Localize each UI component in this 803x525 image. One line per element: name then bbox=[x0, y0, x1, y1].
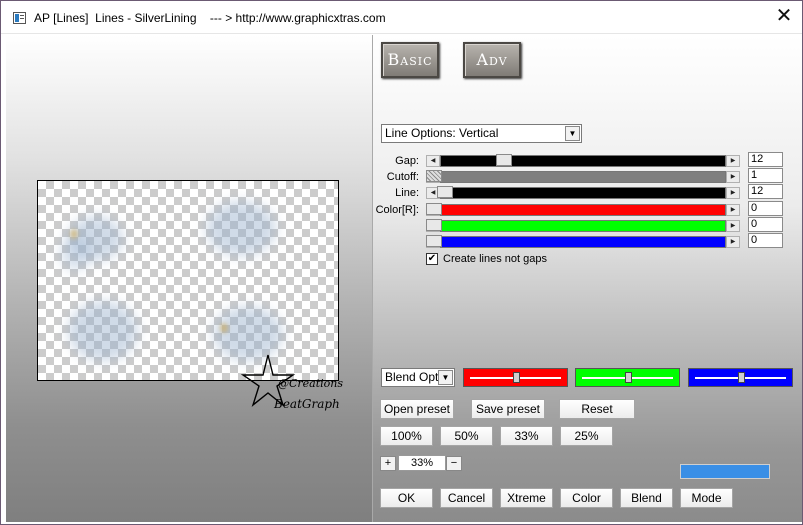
cutoff-value[interactable]: 1 bbox=[748, 168, 783, 183]
slider-thumb[interactable] bbox=[426, 219, 442, 231]
slider-thumb[interactable] bbox=[625, 372, 632, 383]
slider-thumb[interactable] bbox=[426, 170, 442, 182]
blend-red-slider[interactable] bbox=[463, 368, 568, 387]
slider-track[interactable] bbox=[440, 155, 726, 167]
line-label: Line: bbox=[395, 187, 419, 199]
close-button[interactable]: ✕ bbox=[768, 3, 800, 31]
slider-thumb[interactable] bbox=[738, 372, 745, 383]
slider-track[interactable] bbox=[440, 187, 726, 199]
reset-button[interactable]: Reset bbox=[559, 399, 635, 419]
cancel-button[interactable]: Cancel bbox=[440, 488, 493, 508]
title-bar: AP [Lines] Lines - SilverLining --- > ht… bbox=[1, 1, 802, 34]
create-lines-label: Create lines not gaps bbox=[443, 253, 547, 265]
preview-color-swatch[interactable] bbox=[680, 464, 770, 479]
gap-value[interactable]: 12 bbox=[748, 152, 783, 167]
slider-thumb[interactable] bbox=[426, 235, 442, 247]
adv-button[interactable]: Adv bbox=[463, 42, 521, 78]
color-g-slider[interactable]: ◀ ▶ bbox=[426, 219, 740, 232]
slider-thumb[interactable] bbox=[496, 154, 512, 166]
basic-button[interactable]: Basic bbox=[381, 42, 439, 78]
line-options-dropdown[interactable]: Line Options: Vertical ▼ bbox=[381, 124, 582, 143]
watermark-logo: @Creations BeatGraph bbox=[240, 354, 343, 411]
cutoff-label: Cutoff: bbox=[386, 171, 419, 183]
slider-track[interactable] bbox=[440, 236, 726, 248]
preview-canvas[interactable] bbox=[37, 180, 339, 381]
checkmark-icon: ✔ bbox=[427, 253, 437, 264]
slider-track[interactable] bbox=[440, 220, 726, 232]
blend-blue-slider[interactable] bbox=[688, 368, 793, 387]
zoom-out-button[interactable]: − bbox=[446, 456, 462, 471]
plugin-window: AP [Lines] Lines - SilverLining --- > ht… bbox=[0, 0, 803, 525]
slider-thumb[interactable] bbox=[437, 186, 453, 198]
color-r-slider[interactable]: ◀ ▶ bbox=[426, 203, 740, 216]
color-r-value[interactable]: 0 bbox=[748, 201, 783, 216]
window-title: AP [Lines] Lines - SilverLining --- > ht… bbox=[34, 11, 386, 25]
slider-thumb[interactable] bbox=[513, 372, 520, 383]
right-arrow-icon[interactable]: ▶ bbox=[726, 220, 740, 232]
right-arrow-icon[interactable]: ▶ bbox=[726, 204, 740, 216]
controls-panel: Basic Adv Line Options: Vertical ▼ Gap: … bbox=[372, 35, 802, 522]
svg-text:BeatGraph: BeatGraph bbox=[273, 397, 340, 411]
zoom-25-button[interactable]: 25% bbox=[560, 426, 613, 446]
line-slider[interactable]: ◀ ▶ bbox=[426, 186, 740, 199]
mode-button[interactable]: Mode bbox=[680, 488, 733, 508]
left-arrow-icon[interactable]: ◀ bbox=[426, 155, 440, 167]
color-button[interactable]: Color bbox=[560, 488, 613, 508]
color-b-value[interactable]: 0 bbox=[748, 233, 783, 248]
chevron-down-icon: ▼ bbox=[565, 126, 580, 141]
blend-options-dropdown[interactable]: Blend Optio ▼ bbox=[381, 368, 455, 387]
xtreme-button[interactable]: Xtreme bbox=[500, 488, 553, 508]
slider-track[interactable] bbox=[440, 204, 726, 216]
chevron-down-icon: ▼ bbox=[438, 370, 453, 385]
preview-panel: @Creations BeatGraph bbox=[6, 35, 372, 522]
app-icon bbox=[13, 12, 26, 24]
svg-text:@Creations: @Creations bbox=[278, 377, 343, 390]
cutoff-slider[interactable]: ◀ ▶ bbox=[426, 170, 740, 183]
right-arrow-icon[interactable]: ▶ bbox=[726, 171, 740, 183]
line-value[interactable]: 12 bbox=[748, 184, 783, 199]
right-arrow-icon[interactable]: ▶ bbox=[726, 236, 740, 248]
zoom-50-button[interactable]: 50% bbox=[440, 426, 493, 446]
ok-button[interactable]: OK bbox=[380, 488, 433, 508]
color-g-value[interactable]: 0 bbox=[748, 217, 783, 232]
right-arrow-icon[interactable]: ▶ bbox=[726, 155, 740, 167]
gap-label: Gap: bbox=[395, 155, 419, 167]
gap-slider[interactable]: ◀ ▶ bbox=[426, 154, 740, 167]
color-r-label: Color[R]: bbox=[375, 204, 419, 216]
slider-thumb[interactable] bbox=[426, 203, 442, 215]
zoom-100-button[interactable]: 100% bbox=[380, 426, 433, 446]
color-b-slider[interactable]: ◀ ▶ bbox=[426, 235, 740, 248]
blend-green-slider[interactable] bbox=[575, 368, 680, 387]
zoom-level-field[interactable]: 33% bbox=[398, 455, 446, 471]
line-options-value: Line Options: Vertical bbox=[385, 126, 499, 140]
right-arrow-icon[interactable]: ▶ bbox=[726, 187, 740, 199]
open-preset-button[interactable]: Open preset bbox=[380, 399, 454, 419]
save-preset-button[interactable]: Save preset bbox=[471, 399, 545, 419]
zoom-in-button[interactable]: + bbox=[380, 456, 396, 471]
blend-button[interactable]: Blend bbox=[620, 488, 673, 508]
slider-track[interactable] bbox=[440, 171, 726, 183]
create-lines-checkbox[interactable]: ✔ bbox=[426, 253, 438, 265]
zoom-33-button[interactable]: 33% bbox=[500, 426, 553, 446]
